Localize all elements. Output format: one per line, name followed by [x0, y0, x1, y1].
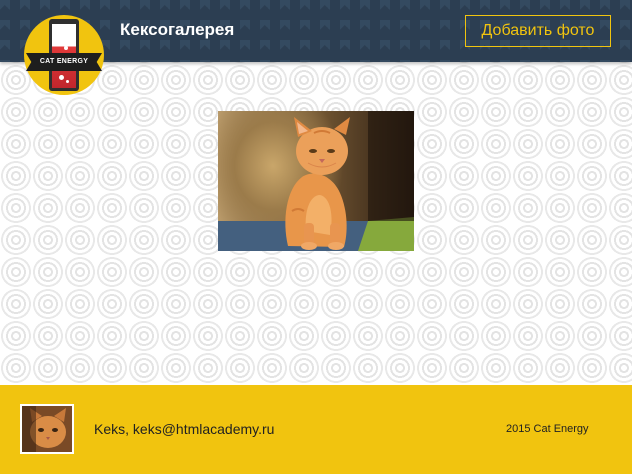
- logo-ribbon: CAT ENERGY: [26, 53, 102, 71]
- kitten-image: [218, 111, 414, 251]
- page-title: Кексогалерея: [120, 20, 235, 39]
- site-footer: Keks, keks@htmlacademy.ru 2015 Cat Energ…: [0, 385, 632, 474]
- author-avatar: [20, 404, 74, 454]
- cat-energy-logo[interactable]: CAT ENERGY: [24, 15, 104, 95]
- add-photo-button[interactable]: Добавить фото: [465, 15, 611, 47]
- copyright: 2015 Cat Energy: [506, 423, 589, 435]
- author-contact[interactable]: Keks, keks@htmlacademy.ru: [94, 421, 274, 437]
- gallery-photo[interactable]: [218, 111, 414, 251]
- cat-avatar-icon: [22, 406, 72, 452]
